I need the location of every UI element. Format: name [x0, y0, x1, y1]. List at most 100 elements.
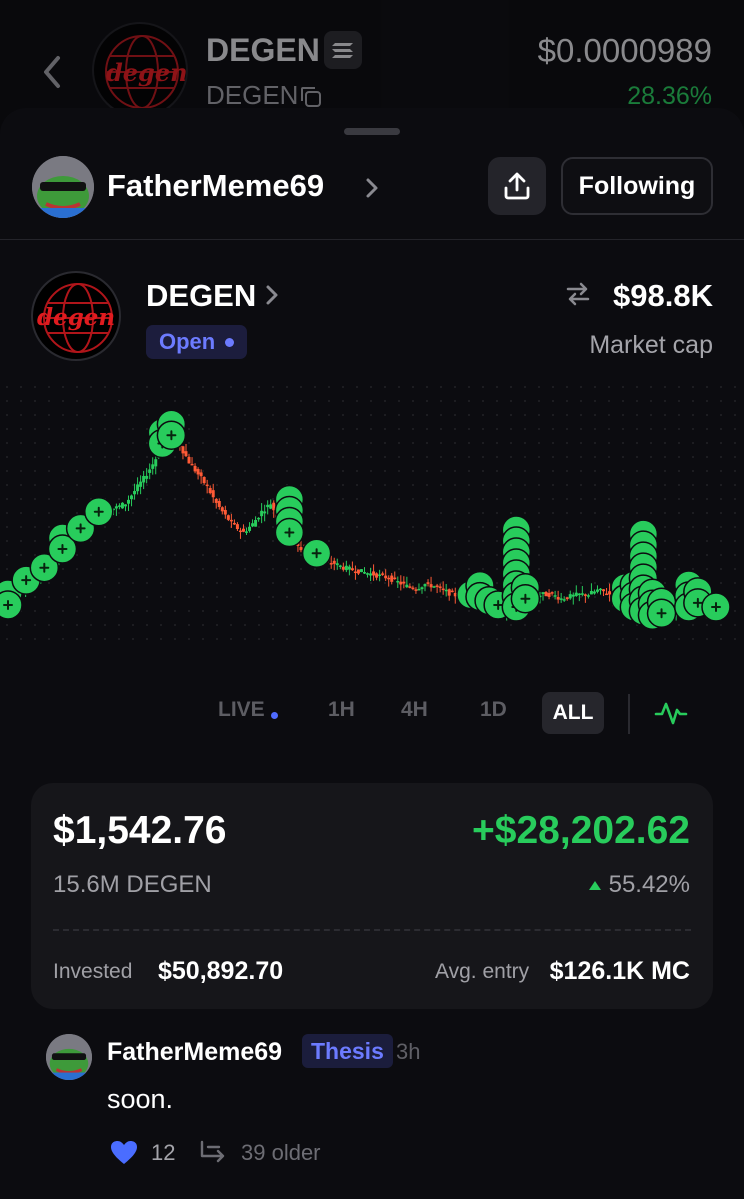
comment-time: 3h: [396, 1039, 421, 1064]
trade-marker[interactable]: [510, 583, 541, 614]
token-logo[interactable]: degen: [31, 271, 121, 361]
candle: [583, 594, 587, 596]
tf-4h[interactable]: 4H: [401, 698, 428, 722]
candle: [390, 575, 394, 582]
token-name[interactable]: DEGEN: [146, 278, 256, 314]
trade-marker[interactable]: [301, 538, 332, 568]
candle: [396, 580, 400, 583]
candle: [586, 595, 590, 597]
candle: [193, 465, 197, 472]
candle: [133, 490, 137, 495]
candle: [450, 590, 454, 593]
background-token-price: $0.0000989: [537, 32, 712, 69]
trade-marker[interactable]: [701, 592, 731, 622]
candle: [559, 598, 563, 600]
candle: [562, 599, 566, 601]
candle: [220, 507, 224, 512]
user-avatar[interactable]: [32, 156, 94, 218]
following-button[interactable]: Following: [561, 157, 713, 215]
thread-icon[interactable]: [199, 1138, 229, 1166]
candle: [120, 502, 124, 509]
share-icon: [504, 172, 530, 200]
like-count: 12: [151, 1140, 176, 1165]
tf-1d[interactable]: 1D: [480, 698, 507, 722]
candle: [399, 581, 403, 585]
candle: [251, 523, 255, 527]
token-row: degen DEGEN Open $98.8K Market cap: [0, 268, 744, 368]
candle: [420, 587, 424, 590]
trade-marker[interactable]: [646, 598, 677, 628]
candle: [260, 510, 264, 517]
candle: [123, 504, 127, 507]
comment-text: soon.: [107, 1084, 174, 1114]
candle: [229, 519, 233, 522]
candle: [196, 469, 200, 475]
candle: [199, 472, 203, 477]
candle: [441, 588, 445, 591]
chevron-right-icon[interactable]: [364, 176, 380, 200]
comment-username[interactable]: FatherMeme69: [107, 1038, 282, 1067]
candle: [329, 563, 333, 565]
candle: [142, 476, 146, 483]
candle: [432, 586, 436, 588]
candle: [366, 573, 370, 575]
trade-marker[interactable]: [84, 497, 114, 527]
price-chart[interactable]: [0, 390, 744, 670]
chevron-right-icon[interactable]: [265, 284, 279, 306]
candle: [384, 575, 388, 579]
candle: [202, 476, 206, 484]
candle: [556, 596, 560, 600]
candle: [405, 584, 409, 588]
candle: [299, 547, 303, 551]
candle: [263, 511, 267, 514]
candle: [248, 526, 252, 531]
older-comments-link[interactable]: 39 older: [241, 1140, 321, 1166]
market-cap-label: Market cap: [589, 331, 713, 359]
candle: [359, 569, 363, 573]
copy-icon[interactable]: [298, 84, 324, 110]
candle: [335, 563, 339, 566]
pnl-percent: 55.42%: [588, 871, 690, 899]
heart-icon[interactable]: [110, 1140, 138, 1166]
timeframe-divider: [628, 694, 630, 734]
candle: [154, 459, 158, 467]
candle: [544, 592, 548, 597]
share-button[interactable]: [488, 157, 546, 215]
candle: [341, 566, 345, 570]
candle: [350, 568, 354, 571]
market-cap-value: $98.8K: [613, 278, 713, 313]
tf-live[interactable]: LIVE: [218, 698, 265, 722]
token-logo-text: degen: [37, 304, 116, 331]
candle: [190, 463, 194, 466]
trade-marker[interactable]: [156, 420, 187, 450]
trade-marker[interactable]: [0, 590, 23, 620]
swap-arrows-icon[interactable]: [564, 280, 592, 308]
candle: [356, 569, 360, 574]
timeframe-selector: LIVE 1H 4H 1D ALL: [0, 692, 744, 738]
candle: [602, 589, 606, 592]
username[interactable]: FatherMeme69: [107, 168, 324, 204]
avg-entry-value: $126.1K MC: [549, 957, 690, 985]
candle: [426, 582, 430, 584]
candle: [547, 592, 551, 597]
candle: [423, 584, 427, 587]
candle: [187, 456, 191, 464]
background-token-header: degen DEGEN DEGEN $0.0000989 28.36%: [0, 0, 744, 120]
tf-all[interactable]: ALL: [542, 692, 604, 734]
comment-avatar[interactable]: [46, 1034, 92, 1080]
candle: [181, 446, 185, 454]
candle: [226, 515, 230, 520]
trade-marker[interactable]: [274, 517, 305, 548]
candle: [411, 587, 415, 590]
candle: [577, 593, 581, 596]
candle: [353, 571, 357, 574]
line-chart-icon[interactable]: [654, 698, 688, 728]
candle: [393, 577, 397, 580]
candle: [565, 597, 569, 600]
candle: [435, 585, 439, 587]
candle: [408, 586, 412, 588]
candle: [266, 504, 270, 508]
sheet-grabber[interactable]: [344, 128, 400, 135]
tf-1h[interactable]: 1H: [328, 698, 355, 722]
back-chevron-icon[interactable]: [36, 52, 68, 92]
